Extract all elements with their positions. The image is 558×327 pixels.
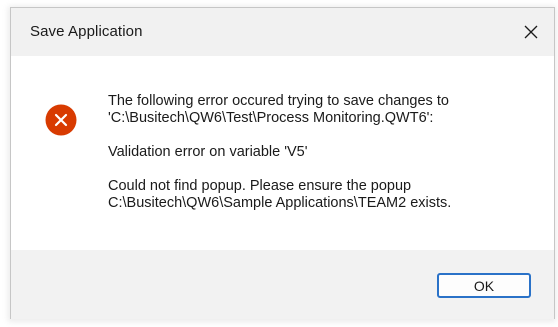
ok-button[interactable]: OK — [437, 273, 531, 298]
screen: Save Application The following error occ… — [0, 0, 558, 327]
close-icon — [524, 25, 538, 39]
title-bar[interactable]: Save Application — [11, 8, 554, 56]
save-application-dialog: Save Application The following error occ… — [10, 7, 555, 319]
error-icon — [45, 104, 77, 136]
dialog-content: The following error occured trying to sa… — [11, 56, 554, 250]
error-message-line-2: Validation error on variable 'V5' — [108, 144, 308, 160]
error-message-line-1: The following error occured trying to sa… — [108, 93, 449, 126]
error-message: The following error occured trying to sa… — [108, 93, 538, 212]
dialog-title: Save Application — [30, 23, 143, 40]
error-message-line-3: Could not find popup. Please ensure the … — [108, 178, 452, 211]
ok-button-label: OK — [473, 278, 495, 294]
dialog-footer: OK — [11, 250, 554, 319]
close-button[interactable] — [508, 8, 554, 56]
